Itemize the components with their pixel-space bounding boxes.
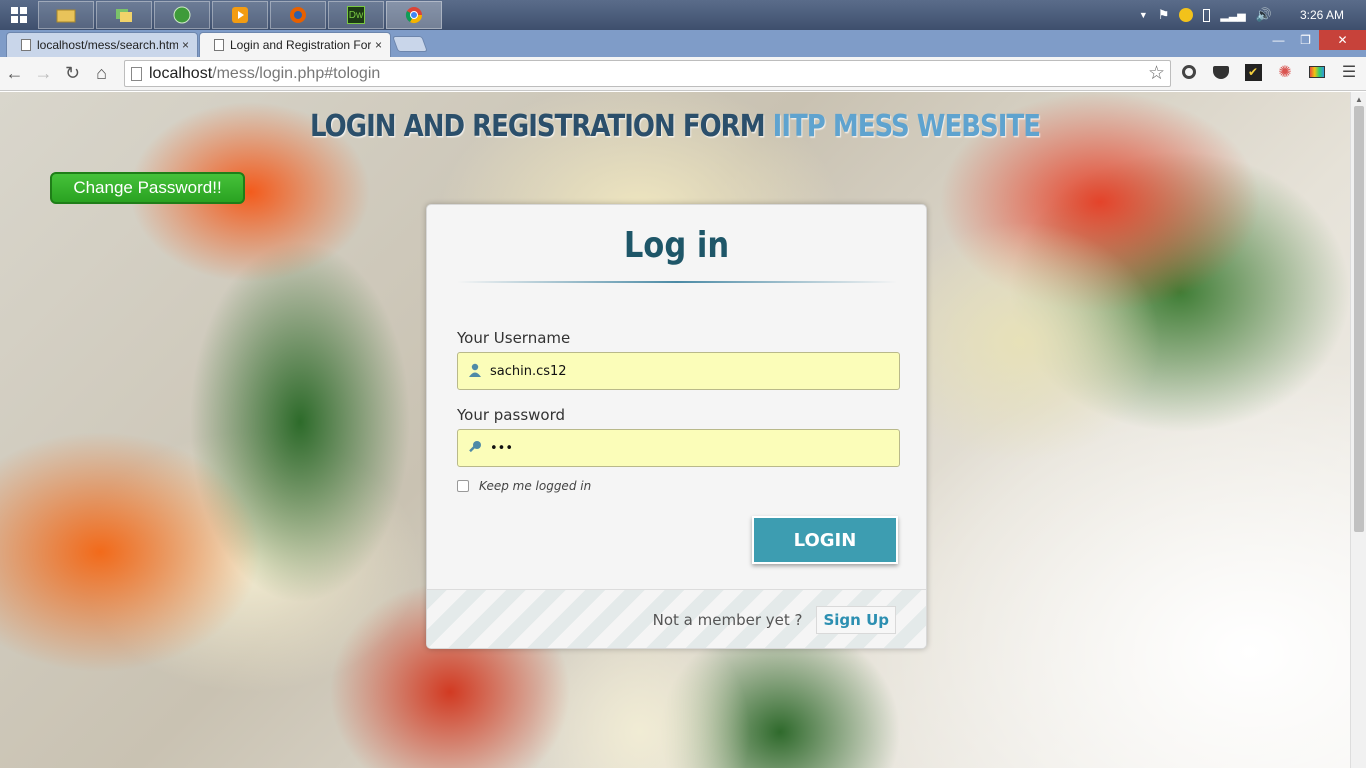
extension-icons: ✔ ✺ ☰: [1178, 61, 1360, 83]
dreamweaver-icon: Dw: [347, 6, 365, 24]
login-button[interactable]: LOGIN: [752, 516, 898, 564]
url-path: /mess/login.php#tologin: [212, 64, 381, 82]
login-title: Log in: [623, 225, 730, 266]
back-arrow-icon: ←: [5, 63, 24, 83]
page-icon: [131, 67, 142, 81]
username-value: sachin.cs12: [490, 363, 567, 379]
windows-logo-icon: [11, 7, 27, 23]
back-button[interactable]: ←: [0, 59, 29, 89]
restore-button[interactable]: ❐: [1292, 30, 1319, 50]
pocket-icon[interactable]: [1210, 61, 1232, 83]
tab-search[interactable]: localhost/mess/search.htm ×: [6, 32, 198, 57]
tray-app-icon[interactable]: [1179, 8, 1194, 22]
page-icon: [21, 39, 31, 51]
password-value: •••: [490, 440, 514, 456]
keep-logged-in-checkbox[interactable]: [457, 480, 469, 492]
browser-tab-strip: localhost/mess/search.htm × Login and Re…: [0, 30, 1366, 57]
forward-arrow-icon: →: [34, 63, 53, 83]
folder-icon: [56, 9, 76, 23]
taskbar-media-player[interactable]: [212, 1, 268, 29]
password-field[interactable]: •••: [457, 429, 900, 467]
volume-icon[interactable]: 🔊: [1256, 7, 1272, 23]
chrome-icon: [405, 7, 423, 24]
home-icon: ⌂: [96, 63, 107, 83]
globe-icon: [173, 6, 191, 24]
keep-logged-in: Keep me logged in: [457, 479, 591, 493]
forward-button[interactable]: →: [29, 59, 58, 89]
heading-main: LOGIN AND REGISTRATION FORM: [310, 109, 766, 145]
tray-expand-icon[interactable]: ▼: [1139, 10, 1148, 20]
change-password-button[interactable]: Change Password!!: [50, 172, 245, 204]
start-button[interactable]: [0, 0, 38, 30]
username-label: Your Username: [457, 329, 571, 347]
password-label: Your password: [457, 406, 566, 424]
browser-toolbar: ← → ↻ ⌂ localhost/mess/login.php#tologin…: [0, 57, 1366, 91]
page-icon: [214, 39, 224, 51]
tab-title: Login and Registration Form: [230, 38, 371, 52]
taskbar-chrome[interactable]: [386, 1, 442, 29]
login-form: Log in Your Username sachin.cs12 Your pa…: [426, 204, 927, 649]
tab-close-icon[interactable]: ×: [375, 38, 382, 52]
scroll-up-icon[interactable]: ▲: [1355, 95, 1363, 104]
reload-icon: ↻: [64, 63, 81, 83]
url-host: localhost: [149, 64, 213, 82]
bookmark-star-icon[interactable]: ☆: [1148, 62, 1165, 85]
scrollbar-thumb[interactable]: [1354, 106, 1364, 532]
user-icon: [468, 363, 488, 380]
windows-taskbar: Dw ▼ ⚑ ▂▃▅ 🔊 3:26 AM: [0, 0, 1366, 30]
sunburst-extension-icon[interactable]: ✺: [1274, 61, 1296, 83]
tv-extension-icon[interactable]: [1306, 61, 1328, 83]
signal-icon[interactable]: ▂▃▅: [1220, 9, 1245, 22]
heading-site-name: IITP MESS WEBSITE: [772, 109, 1041, 145]
battery-icon[interactable]: [1203, 8, 1211, 22]
chrome-menu-icon[interactable]: ☰: [1338, 61, 1360, 83]
home-button[interactable]: ⌂: [87, 59, 116, 89]
address-bar[interactable]: localhost/mess/login.php#tologin ☆: [124, 60, 1171, 87]
page-scrollbar[interactable]: ▲: [1350, 92, 1366, 768]
close-window-button[interactable]: ✕: [1319, 30, 1366, 50]
flag-icon[interactable]: ⚑: [1158, 7, 1170, 23]
taskbar-file-explorer[interactable]: [38, 1, 94, 29]
sign-up-link[interactable]: Sign Up: [816, 606, 896, 634]
tab-login[interactable]: Login and Registration Form ×: [199, 32, 391, 57]
username-field[interactable]: sachin.cs12: [457, 352, 900, 390]
checkmark-extension-icon[interactable]: ✔: [1242, 61, 1264, 83]
key-icon: [468, 440, 488, 457]
tab-title: localhost/mess/search.htm: [37, 38, 178, 52]
tab-close-icon[interactable]: ×: [182, 38, 189, 52]
extension-circle-icon[interactable]: [1178, 61, 1200, 83]
taskbar-dreamweaver[interactable]: Dw: [328, 1, 384, 29]
windows-explorer-icon: [116, 9, 132, 22]
keep-logged-in-label[interactable]: Keep me logged in: [479, 479, 591, 493]
taskbar-network[interactable]: [154, 1, 210, 29]
title-divider: [457, 281, 897, 283]
minimize-button[interactable]: —: [1265, 30, 1292, 50]
reload-button[interactable]: ↻: [58, 59, 87, 89]
window-controls: — ❐ ✕: [1265, 30, 1366, 50]
page-heading: LOGIN AND REGISTRATION FORM IITP MESS WE…: [0, 110, 1350, 145]
taskbar-windows-explorer[interactable]: [96, 1, 152, 29]
clock[interactable]: 3:26 AM: [1300, 8, 1344, 22]
media-player-icon: [232, 7, 248, 23]
taskbar-firefox[interactable]: [270, 1, 326, 29]
new-tab-button[interactable]: [392, 36, 428, 52]
page-viewport: LOGIN AND REGISTRATION FORM IITP MESS WE…: [0, 92, 1350, 768]
firefox-icon: [290, 7, 306, 23]
not-member-text: Not a member yet ?: [652, 611, 803, 629]
system-tray: ▼ ⚑ ▂▃▅ 🔊 3:26 AM: [1139, 0, 1366, 30]
login-footer: Not a member yet ? Sign Up: [427, 589, 926, 648]
